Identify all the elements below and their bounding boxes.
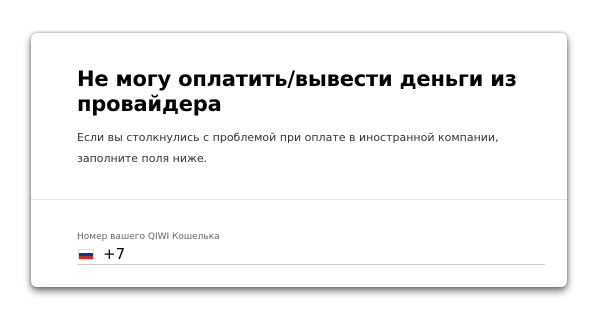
wallet-number-label: Номер вашего QIWI Кошелька xyxy=(77,232,220,242)
form-description: Если вы столкнулись с проблемой при опла… xyxy=(77,131,499,165)
wallet-number-field: Номер вашего QIWI Кошелька xyxy=(77,232,545,265)
support-form-card: Не могу оплатить/вывести деньги из прова… xyxy=(31,33,567,287)
form-header: Не могу оплатить/вывести деньги из прова… xyxy=(31,33,567,199)
divider xyxy=(31,199,567,200)
russia-flag-icon[interactable] xyxy=(78,249,94,260)
flag-stripe-red xyxy=(79,256,93,259)
wallet-number-input[interactable] xyxy=(103,245,533,264)
phone-input-row xyxy=(77,245,545,265)
page-title: Не могу оплатить/вывести деньги из прова… xyxy=(77,67,517,116)
